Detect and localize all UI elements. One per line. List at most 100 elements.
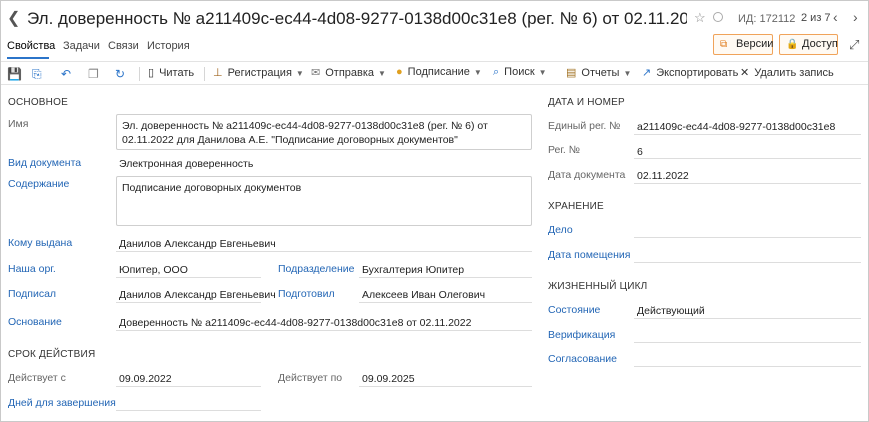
approval-field[interactable] — [634, 366, 861, 367]
sending-menu[interactable]: ✉ Отправка ▼ — [311, 66, 386, 79]
doc-kind-value[interactable]: Электронная доверенность — [119, 158, 253, 170]
days-to-complete-label[interactable]: Дней для завершения — [8, 397, 116, 409]
doc-date-value[interactable]: 02.11.2022 — [637, 170, 689, 182]
days-to-complete-field[interactable] — [116, 410, 261, 411]
doc-date-label: Дата документа — [548, 169, 626, 181]
basis-value[interactable]: Доверенность № a211409c-ec44-4d08-9277-0… — [119, 317, 471, 329]
issued-to-label[interactable]: Кому выдана — [8, 237, 72, 249]
unified-reg-underline — [634, 134, 861, 135]
reports-menu[interactable]: ▤ Отчеты ▼ — [566, 66, 631, 79]
prepared-value[interactable]: Алексеев Иван Олегович — [362, 289, 485, 301]
access-label: Доступ — [802, 38, 838, 50]
envelope-icon: ✉ — [311, 67, 321, 79]
state-underline — [634, 318, 861, 319]
read-label: Читать — [159, 67, 195, 79]
book-icon: ▯ — [148, 67, 155, 79]
lock-icon: 🔒 — [786, 39, 799, 50]
refresh-icon[interactable]: ↻ — [115, 67, 125, 81]
section-basic: ОСНОВНОЕ — [8, 97, 68, 108]
read-button[interactable]: ▯ Читать — [148, 66, 194, 79]
placed-date-field[interactable] — [634, 262, 861, 263]
placed-date-label[interactable]: Дата помещения — [548, 249, 630, 261]
tab-links[interactable]: Связи — [108, 40, 139, 52]
tab-history[interactable]: История — [147, 40, 190, 52]
our-org-label[interactable]: Наша орг. — [8, 263, 56, 275]
valid-to-underline — [359, 386, 532, 387]
doc-date-underline — [634, 183, 861, 184]
verification-field[interactable] — [634, 342, 861, 343]
prev-record-icon[interactable]: ‹ — [833, 9, 838, 25]
name-label: Имя — [8, 118, 29, 130]
sending-label: Отправка — [325, 67, 375, 79]
medal-icon: ● — [396, 66, 403, 78]
reg-number-value[interactable]: 6 — [637, 146, 643, 158]
section-lifecycle: ЖИЗНЕННЫЙ ЦИКЛ — [548, 281, 648, 292]
our-org-underline — [116, 277, 261, 278]
chevron-down-icon: ▼ — [473, 68, 482, 77]
search-icon: ⌕ — [493, 66, 500, 78]
valid-from-underline — [116, 386, 261, 387]
report-icon: ▤ — [566, 67, 577, 79]
content-field[interactable]: Подписание договорных документов — [116, 176, 532, 226]
section-validity: СРОК ДЕЙСТВИЯ — [8, 349, 96, 360]
state-value[interactable]: Действующий — [637, 305, 705, 317]
back-icon[interactable]: ❮ — [7, 8, 21, 27]
export-button[interactable]: ↗ Экспортировать — [642, 66, 738, 79]
delete-button[interactable]: ✕ Удалить запись — [740, 66, 834, 79]
signed-label[interactable]: Подписал — [8, 288, 56, 300]
valid-from-value[interactable]: 09.09.2022 — [119, 373, 172, 385]
unified-reg-label: Единый рег. № — [548, 120, 621, 132]
signed-value[interactable]: Данилов Александр Евгеньевич — [119, 289, 276, 301]
valid-to-value[interactable]: 09.09.2025 — [362, 373, 415, 385]
our-org-value[interactable]: Юпитер, ООО — [119, 264, 188, 276]
search-label: Поиск — [504, 66, 535, 78]
chevron-down-icon: ▼ — [378, 69, 386, 78]
versions-button[interactable]: ⧉ Версии — [713, 34, 773, 55]
valid-to-label: Действует по — [278, 372, 343, 384]
reports-label: Отчеты — [581, 67, 620, 79]
chevron-down-icon: ▼ — [295, 69, 304, 78]
prepared-label[interactable]: Подготовил — [278, 288, 335, 300]
export-icon: ↗ — [642, 67, 652, 79]
reg-number-underline — [634, 158, 861, 159]
next-record-icon[interactable]: › — [853, 9, 858, 25]
close-icon: ✕ — [740, 67, 750, 79]
case-field[interactable] — [634, 237, 861, 238]
registration-menu[interactable]: ⊥ Регистрация ▼ — [213, 66, 304, 79]
stamp-icon: ⊥ — [213, 67, 223, 79]
content-label[interactable]: Содержание — [8, 178, 69, 190]
section-date-number: ДАТА И НОМЕР — [548, 97, 625, 108]
name-field[interactable]: Эл. доверенность № a211409c-ec44-4d08-92… — [116, 114, 532, 150]
department-label[interactable]: Подразделение — [278, 263, 355, 275]
prepared-underline — [359, 302, 532, 303]
valid-from-label: Действует с — [8, 372, 66, 384]
issued-to-value[interactable]: Данилов Александр Евгеньевич — [119, 238, 276, 250]
access-button[interactable]: 🔒 Доступ — [779, 34, 838, 55]
tab-properties[interactable]: Свойства — [7, 40, 55, 52]
save-icon[interactable]: 💾 — [7, 67, 22, 81]
title-bar: ❮ Эл. доверенность № a211409c-ec44-4d08-… — [1, 1, 868, 35]
expand-icon[interactable]: ⤢ — [849, 37, 859, 53]
status-circle-icon[interactable] — [713, 12, 723, 22]
verification-label[interactable]: Верификация — [548, 329, 615, 341]
active-tab-indicator — [7, 57, 49, 59]
search-menu[interactable]: ⌕ Поиск ▼ — [493, 66, 547, 79]
star-icon[interactable]: ☆ — [694, 10, 706, 26]
signed-underline — [116, 302, 261, 303]
signing-menu[interactable]: ● Подписание ▼ — [396, 66, 482, 78]
undo-icon[interactable]: ↶ — [61, 67, 71, 81]
versions-icon: ⧉ — [720, 39, 728, 50]
basis-label[interactable]: Основание — [8, 316, 62, 328]
approval-label[interactable]: Согласование — [548, 353, 617, 365]
state-label[interactable]: Состояние — [548, 304, 600, 316]
doc-kind-label[interactable]: Вид документа — [8, 157, 81, 169]
department-value[interactable]: Бухгалтерия Юпитер — [362, 264, 464, 276]
department-underline — [359, 277, 532, 278]
reg-number-label: Рег. № — [548, 144, 581, 156]
copy-icon[interactable]: ❐ — [88, 67, 99, 81]
unified-reg-value[interactable]: a211409c-ec44-4d08-9277-0138d00c31e8 — [637, 121, 835, 133]
case-label[interactable]: Дело — [548, 224, 573, 236]
save-close-icon[interactable]: ⎘ — [32, 67, 42, 82]
page-title: Эл. доверенность № a211409c-ec44-4d08-92… — [27, 9, 687, 28]
tab-tasks[interactable]: Задачи — [63, 40, 100, 52]
